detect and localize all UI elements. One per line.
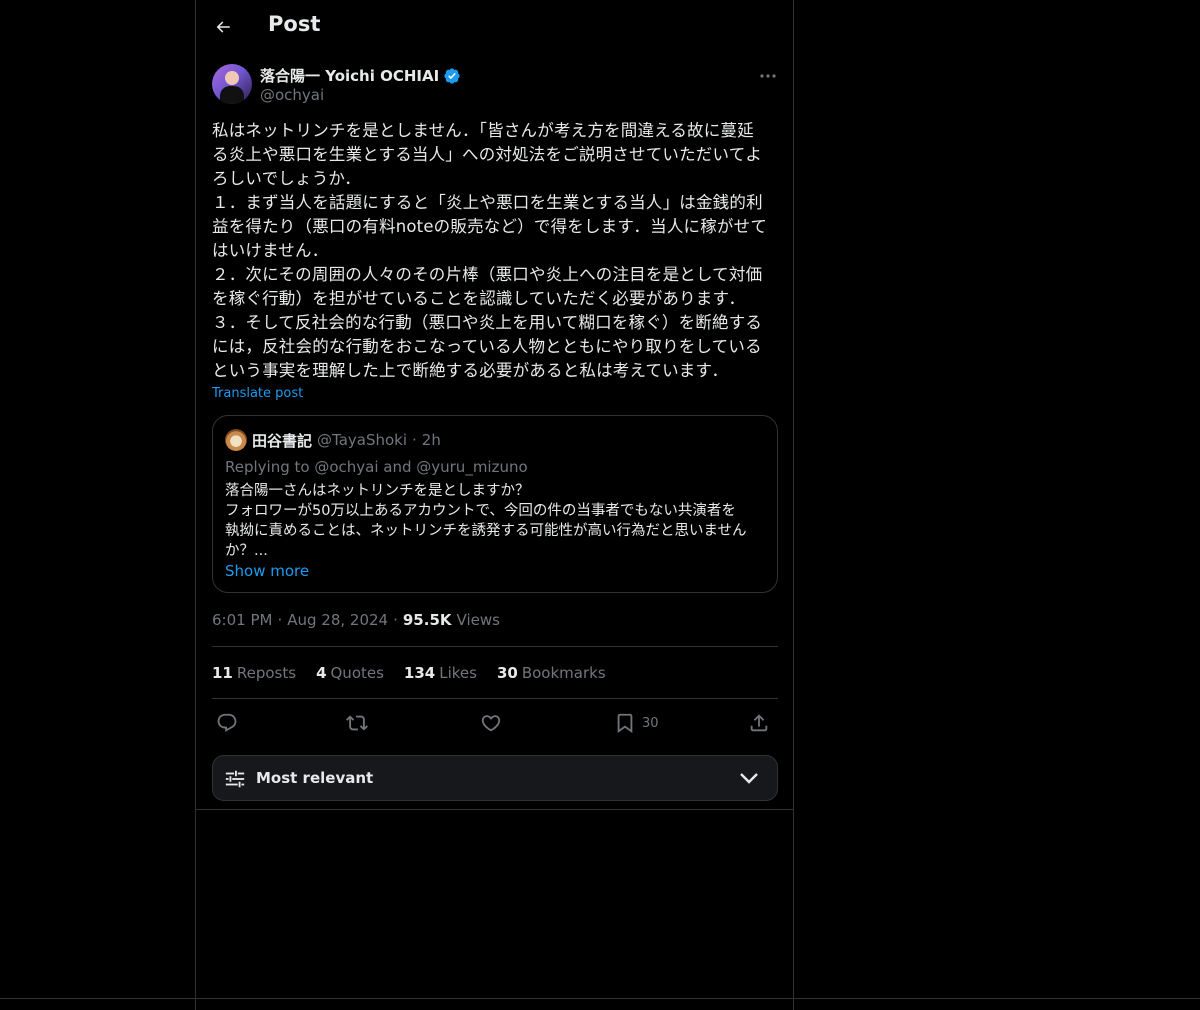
divider	[212, 646, 778, 647]
sort-label: Most relevant	[256, 769, 374, 787]
more-horizontal-icon	[760, 74, 776, 78]
reposts-label: Reposts	[236, 664, 297, 682]
quoted-post[interactable]: 田谷書記 @TayaShoki · 2h Replying to @ochyai…	[212, 415, 778, 593]
likes-label: Likes	[439, 664, 477, 682]
replying-to: Replying to @ochyai and @yuru_mizuno	[225, 458, 528, 476]
bookmark-button[interactable]: 30	[614, 710, 659, 736]
quoted-handle: @TayaShoki	[317, 431, 408, 449]
post-text: 私はネットリンチを是としません．「皆さんが考え方を間違える故に蔓延 る炎上や悪口…	[212, 121, 768, 380]
quoted-display-name: 田谷書記	[252, 431, 313, 450]
quoted-post-header: 田谷書記 @TayaShoki · 2h	[225, 429, 441, 451]
likes-count: 134	[403, 664, 436, 682]
avatar[interactable]	[212, 64, 252, 104]
quotes-stat[interactable]: 4 Quotes	[316, 664, 384, 682]
show-more-link[interactable]: Show more	[225, 562, 309, 580]
avatar-face	[225, 71, 239, 85]
separator-dot: ·	[412, 431, 417, 449]
filter-sliders-icon	[225, 770, 245, 788]
reposts-stat[interactable]: 11 Reposts	[212, 664, 296, 682]
share-icon	[750, 714, 768, 732]
views-label: Views	[456, 611, 500, 629]
divider	[196, 809, 793, 810]
post-author: 落合陽一 Yoichi OCHIAI @ochyai	[212, 64, 778, 108]
reposts-count: 11	[212, 664, 233, 682]
separator-dot: ·	[393, 611, 398, 629]
reply-icon	[217, 713, 237, 732]
post-date[interactable]: Aug 28, 2024	[287, 611, 388, 629]
author-name-row: 落合陽一 Yoichi OCHIAI	[260, 65, 461, 86]
post-header: Post	[196, 0, 793, 53]
bookmark-count: 30	[642, 715, 659, 731]
quotes-count: 4	[316, 664, 327, 682]
views-count: 95.5K	[402, 611, 452, 629]
bookmarks-stat[interactable]: 30 Bookmarks	[497, 664, 606, 682]
page-title: Post	[268, 12, 321, 36]
chevron-down-icon	[740, 773, 758, 784]
quoted-text: 落合陽一さんはネットリンチを是としますか？ フォロワーが50万以上あるアカウント…	[225, 483, 747, 559]
bottom-border	[0, 998, 1200, 999]
likes-stat[interactable]: 134 Likes	[404, 664, 477, 682]
translate-post-link[interactable]: Translate post	[212, 386, 303, 401]
main-column: Post 落合陽一 Yoichi OCHIAI @ochyai 私はネットリンチ…	[195, 0, 794, 1010]
share-button[interactable]	[748, 710, 770, 736]
verified-badge-icon	[444, 67, 460, 84]
quoted-time: 2h	[421, 431, 441, 449]
like-button[interactable]	[480, 710, 502, 736]
bookmark-icon	[617, 713, 633, 734]
avatar-body	[220, 86, 244, 104]
divider	[212, 698, 778, 699]
more-options-button[interactable]	[758, 68, 778, 84]
quotes-label: Quotes	[330, 664, 384, 682]
repost-icon	[346, 715, 368, 731]
engagement-stats: 11 Reposts 4 Quotes 134 Likes 30 Bookmarks	[212, 664, 606, 682]
reply-button[interactable]	[216, 710, 238, 736]
back-button[interactable]	[212, 14, 234, 40]
quoted-avatar	[225, 429, 247, 451]
separator-dot: ·	[277, 611, 283, 629]
author-handle[interactable]: @ochyai	[260, 86, 324, 104]
heart-icon	[481, 715, 501, 732]
post-meta: 6:01 PM · Aug 28, 2024 · 95.5K Views	[212, 611, 500, 629]
author-display-name[interactable]: 落合陽一 Yoichi OCHIAI	[260, 65, 439, 86]
post-time[interactable]: 6:01 PM	[212, 611, 272, 629]
bookmarks-label: Bookmarks	[521, 664, 606, 682]
action-bar: 30	[212, 710, 778, 738]
repost-button[interactable]	[346, 710, 368, 736]
bookmarks-count: 30	[496, 664, 518, 682]
arrow-left-icon	[216, 21, 230, 33]
reply-sort-dropdown[interactable]: Most relevant	[212, 755, 778, 801]
